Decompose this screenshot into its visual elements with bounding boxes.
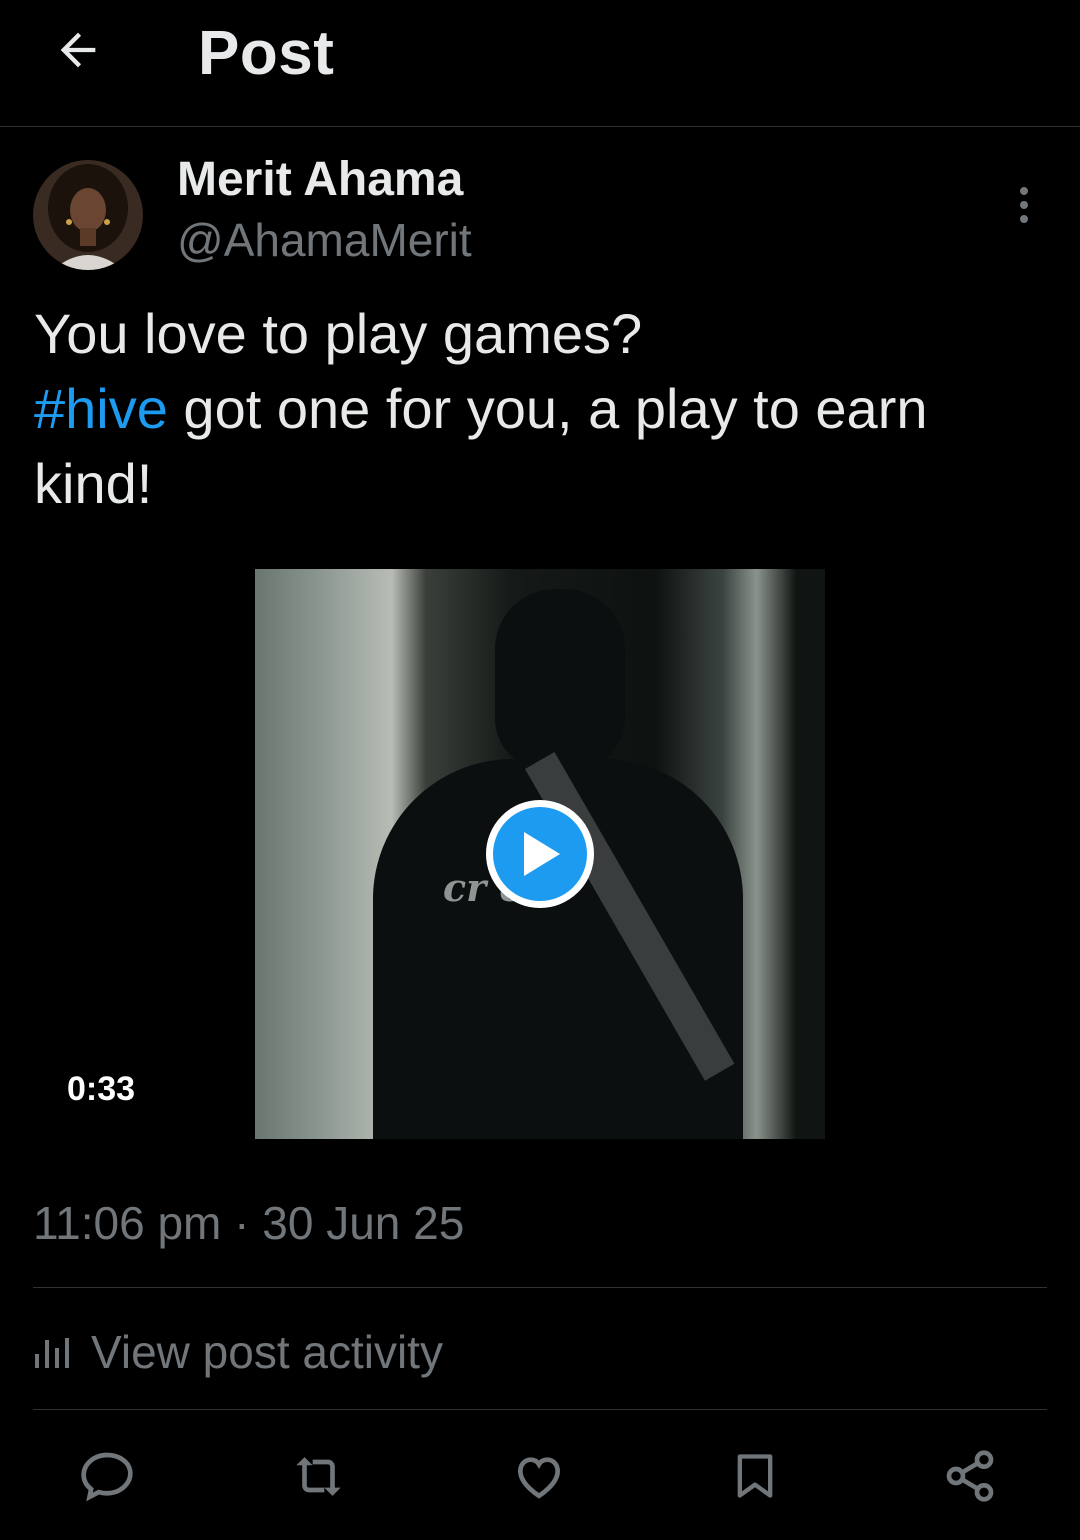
- video-duration: 0:33: [67, 1070, 136, 1108]
- bookmark-button[interactable]: [725, 1446, 785, 1506]
- post-timestamp[interactable]: 11:06 pm · 30 Jun 25: [33, 1196, 464, 1250]
- view-post-activity-label: View post activity: [91, 1326, 443, 1378]
- share-icon: [946, 1450, 994, 1502]
- more-vertical-icon: [1020, 187, 1028, 223]
- top-bar: Post: [0, 0, 1080, 127]
- like-button[interactable]: [509, 1446, 569, 1506]
- repost-button[interactable]: [292, 1446, 352, 1506]
- avatar[interactable]: [33, 160, 143, 270]
- heart-icon: [517, 1457, 561, 1499]
- post-text-line1: You love to play games?: [34, 302, 643, 365]
- bookmark-icon: [737, 1454, 773, 1498]
- reply-button[interactable]: [77, 1446, 137, 1506]
- back-button[interactable]: [48, 20, 108, 80]
- divider: [33, 1287, 1047, 1288]
- post-text: You love to play games? #hive got one fo…: [34, 296, 1044, 521]
- bar-chart-icon: [35, 1338, 69, 1368]
- repost-icon: [296, 1457, 341, 1496]
- author-handle[interactable]: @AhamaMerit: [177, 213, 472, 267]
- reply-icon: [81, 1452, 133, 1502]
- post-text-rest: got one for you, a play to earn kind!: [34, 377, 928, 515]
- play-button[interactable]: [486, 800, 594, 908]
- share-button[interactable]: [940, 1446, 1000, 1506]
- play-icon: [524, 832, 560, 876]
- hashtag-link[interactable]: #hive: [34, 377, 168, 440]
- page-title: Post: [198, 19, 335, 88]
- avatar-image: [33, 160, 143, 270]
- video-person-head: [495, 589, 625, 769]
- post-detail-page: Post Merit Ahama @AhamaMerit You love to…: [0, 0, 1080, 1540]
- arrow-left-icon: [60, 32, 96, 68]
- author-name[interactable]: Merit Ahama: [177, 152, 463, 207]
- divider: [33, 1409, 1047, 1410]
- more-options-button[interactable]: [1004, 180, 1044, 230]
- view-post-activity-button[interactable]: View post activity: [33, 1322, 443, 1382]
